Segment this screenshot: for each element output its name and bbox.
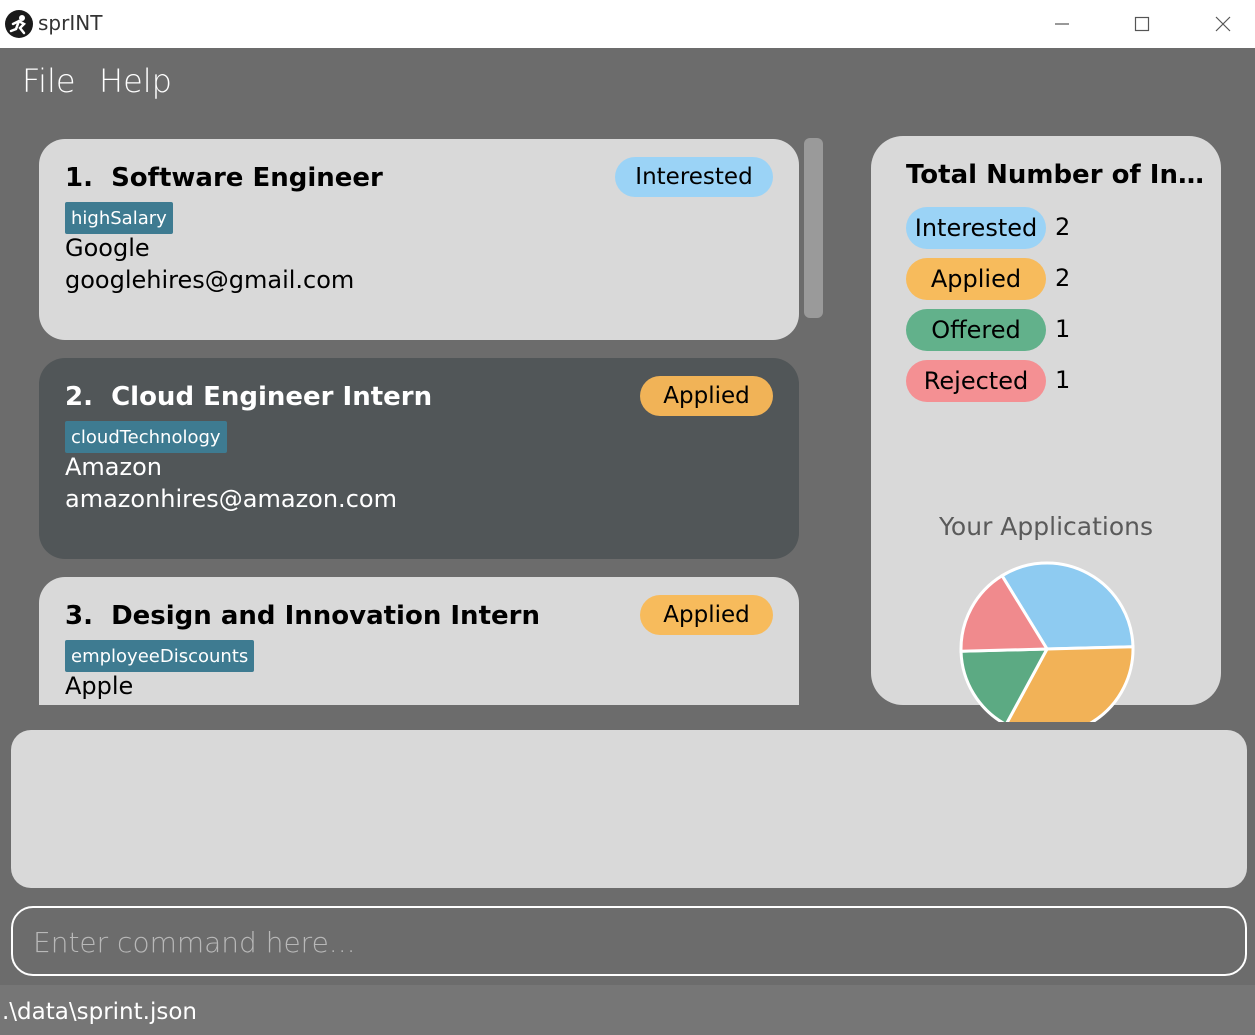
command-input[interactable] [33, 920, 1223, 964]
menu-file[interactable]: File [22, 62, 76, 100]
minimize-icon [1055, 23, 1069, 25]
menu-help[interactable]: Help [99, 62, 172, 100]
minimize-button[interactable] [1032, 0, 1092, 48]
card-index: 1. [65, 163, 93, 193]
card-company: Amazon [65, 453, 162, 481]
app-title: sprINT [38, 11, 103, 35]
stat-count: 1 [1055, 315, 1071, 343]
status-bar: .\data\sprint.json [0, 985, 1255, 1035]
tag-label: cloudTechnology [65, 421, 227, 453]
maximize-button[interactable] [1112, 0, 1172, 48]
status-badge: Interested [615, 157, 773, 197]
app-logo-icon [5, 10, 33, 38]
stat-count: 2 [1055, 264, 1071, 292]
card-role: Software Engineer [111, 163, 383, 193]
stat-label: Offered [906, 309, 1046, 351]
save-file-path: .\data\sprint.json [2, 999, 197, 1025]
card-title: 1. Software Engineer [65, 163, 383, 193]
card-company: Google [65, 234, 150, 262]
card-email: amazonhires@amazon.com [65, 485, 397, 513]
card-company: Apple [65, 672, 134, 700]
status-badge: Applied [640, 595, 773, 635]
card-title: 3. Design and Innovation Intern [65, 601, 540, 631]
application-list[interactable]: 1. Software Engineer Interested highSala… [22, 128, 824, 705]
stat-count: 2 [1055, 213, 1071, 241]
maximize-icon [1134, 16, 1150, 32]
list-scrollbar[interactable] [804, 138, 823, 318]
stat-label: Interested [906, 207, 1046, 249]
title-bar: sprINT [0, 0, 1255, 48]
card-index: 2. [65, 382, 93, 412]
tag-label: employeeDiscounts [65, 640, 255, 672]
result-display [11, 730, 1247, 888]
status-badge: Applied [640, 376, 773, 416]
application-card-3[interactable]: 3. Design and Innovation Intern Applied … [39, 577, 799, 705]
statistics-title: Total Number of Internships [906, 160, 1206, 190]
stat-label: Rejected [906, 360, 1046, 402]
application-card-1[interactable]: 1. Software Engineer Interested highSala… [39, 139, 799, 340]
stat-count: 1 [1055, 366, 1071, 394]
card-role: Cloud Engineer Intern [111, 382, 433, 412]
stat-label: Applied [906, 258, 1046, 300]
close-icon [1215, 16, 1231, 32]
command-box[interactable] [11, 906, 1247, 976]
card-role: Design and Innovation Intern [111, 601, 540, 631]
chart-title: Your Applications [938, 512, 1154, 541]
card-email: googlehires@gmail.com [65, 266, 355, 294]
applications-pie-chart [959, 561, 1135, 722]
close-button[interactable] [1193, 0, 1253, 48]
card-index: 3. [65, 601, 93, 631]
card-title: 2. Cloud Engineer Intern [65, 382, 432, 412]
application-card-2[interactable]: 2. Cloud Engineer Intern Applied cloudTe… [39, 358, 799, 559]
menu-bar [0, 48, 1255, 110]
tag-label: highSalary [65, 202, 173, 234]
